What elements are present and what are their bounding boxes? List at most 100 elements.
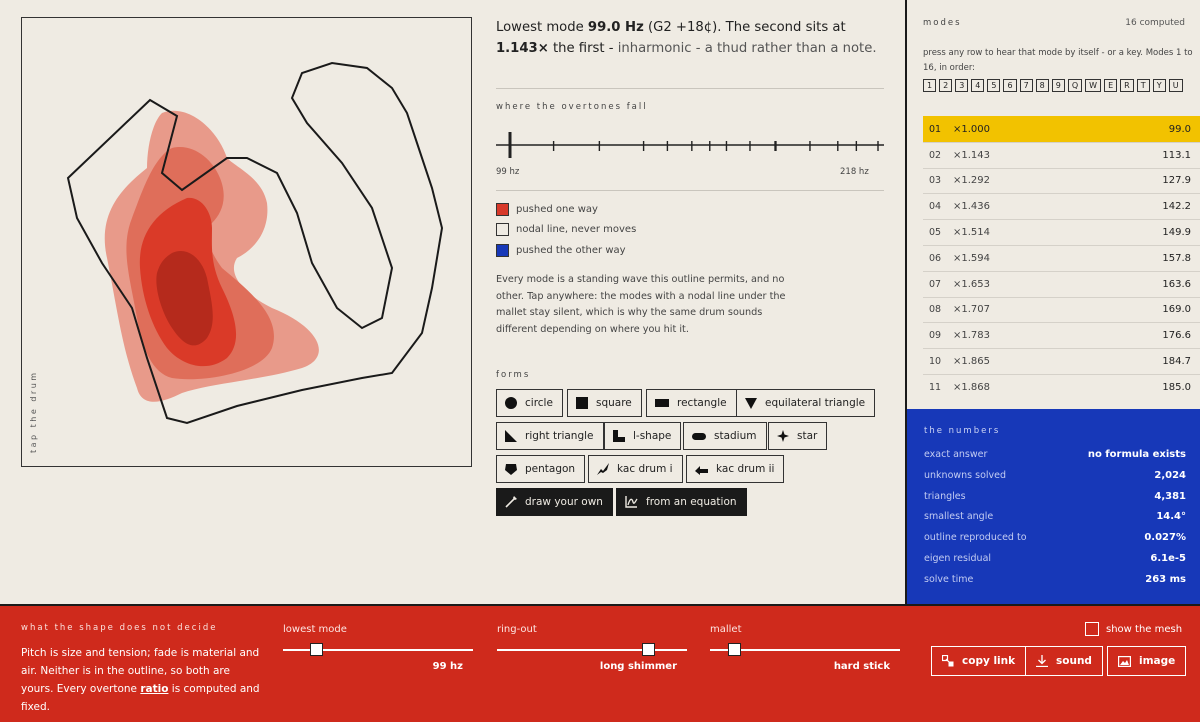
legend-label: pushed one way [516,204,598,215]
mode-hz: 185.0 [1162,381,1191,393]
button-label: square [596,397,632,409]
form-kac-drum-ii-button[interactable]: kac drum ii [686,455,785,483]
key-chip[interactable]: Y [1152,79,1166,92]
drum-canvas[interactable] [21,17,472,467]
second-ratio: 1.143× [496,41,549,56]
draw-your-own-button[interactable]: draw your own [496,488,613,516]
number-value: 6.1e-5 [1150,553,1186,564]
legend-nodal: nodal line, never moves [496,223,636,236]
copy-link-button[interactable]: copy link [931,646,1027,676]
mode-row[interactable]: 10 ×1.865 184.7 [923,348,1200,374]
form-pentagon-button[interactable]: pentagon [496,455,586,483]
ratio-link[interactable]: ratio [140,683,168,695]
form-right-triangle-button[interactable]: right triangle [496,422,604,450]
key-chip[interactable]: 2 [939,79,953,92]
form-square-button[interactable]: square [567,389,642,417]
legend-label: pushed the other way [516,245,626,256]
button-label: stadium [714,430,757,442]
button-label: pentagon [525,463,576,475]
number-key: triangles [924,490,966,502]
mode-row[interactable]: 05 ×1.514 149.9 [923,219,1200,245]
mode-idx: 01 [929,123,942,135]
slider-value: 99 hz [432,661,463,672]
key-chip[interactable]: R [1120,79,1134,92]
key-chip[interactable]: 8 [1035,79,1049,92]
mode-row[interactable]: 03 ×1.292 127.9 [923,167,1200,194]
mode-row[interactable]: 06 ×1.594 157.8 [923,244,1200,271]
mode-idx: 07 [929,278,942,290]
slider-knob[interactable] [727,643,741,656]
lead-mid: . The second sits at [717,20,846,35]
mode-row[interactable]: 04 ×1.436 142.2 [923,193,1200,219]
form-stadium-button[interactable]: stadium [683,422,767,450]
key-chip[interactable]: 7 [1019,79,1033,92]
slider-knob[interactable] [309,643,323,656]
mode-row[interactable]: 09 ×1.783 176.6 [923,322,1200,348]
swatch-blue [496,244,509,257]
kac-drum-icon [597,463,609,475]
key-chip[interactable]: W [1085,79,1102,92]
key-chip[interactable]: 1 [923,79,937,92]
freq-low-label: 99 hz [496,167,520,177]
controls-bar: what the shape does not decide Pitch is … [0,606,1200,722]
mode-idx: 06 [929,252,942,264]
mode-idx: 10 [929,356,942,368]
mode-hz: 176.6 [1162,330,1191,342]
mode-row[interactable]: 01 ×1.000 99.0 [923,116,1200,142]
numbers-title: the numbers [924,426,1001,436]
freq-high-label: 218 hz [840,167,869,177]
key-chip[interactable]: U [1168,79,1183,92]
number-key: smallest angle [924,511,994,523]
modes-hint: press any row to hear that mode by itsel… [923,48,1193,73]
form-circle-button[interactable]: circle [496,389,563,417]
legend-label: nodal line, never moves [516,224,637,235]
button-label: draw your own [525,496,603,508]
number-row: solve time 263 ms [924,574,1186,585]
form-kac-drum-i-button[interactable]: kac drum i [588,455,683,483]
key-chip[interactable]: 3 [955,79,969,92]
swatch-red [496,203,509,216]
rectangle-icon [655,399,669,407]
download-icon [1036,655,1048,667]
slider-label: mallet [710,624,742,635]
mode-idx: 11 [929,381,942,393]
number-row: outline reproduced to 0.027% [924,532,1186,543]
image-download-button[interactable]: image [1107,646,1187,676]
form-star-button[interactable]: star [768,422,828,450]
form-l-shape-button[interactable]: l-shape [604,422,682,450]
form-rectangle-button[interactable]: rectangle [646,389,737,417]
number-key: solve time [924,573,974,585]
slider-knob[interactable] [642,643,656,656]
mode-hz: 127.9 [1162,175,1191,187]
button-label: l-shape [633,430,672,442]
key-chip[interactable]: E [1104,79,1118,92]
button-label: rectangle [677,397,727,409]
mode-row[interactable]: 11 ×1.868 185.0 [923,373,1200,400]
sound-download-button[interactable]: sound [1025,646,1103,676]
key-chip[interactable]: T [1136,79,1150,92]
mode-row[interactable]: 07 ×1.653 163.6 [923,270,1200,297]
mode-ratio: ×1.514 [953,227,991,239]
mode-ratio: ×1.653 [953,278,991,290]
mesh-checkbox[interactable] [1085,622,1099,636]
drum-shape[interactable] [22,18,470,465]
mode-row[interactable]: 02 ×1.143 113.1 [923,141,1200,168]
divider [496,88,884,89]
slider-value: hard stick [833,661,890,672]
key-chip[interactable]: 5 [987,79,1001,92]
form-equilateral-triangle-button[interactable]: equilateral triangle [736,389,876,417]
triangle-down-icon [745,397,757,409]
mode-row[interactable]: 08 ×1.707 169.0 [923,296,1200,323]
number-value: 0.027% [1144,532,1186,544]
key-chip[interactable]: 9 [1051,79,1065,92]
show-mesh-toggle[interactable]: show the mesh [1085,622,1182,636]
button-label: sound [1056,655,1092,667]
slider-track[interactable] [497,649,687,651]
mode-idx: 05 [929,227,942,239]
tap-the-drum-label: tap the drum [29,370,41,465]
key-chip[interactable]: 6 [1003,79,1017,92]
key-chip[interactable]: 4 [971,79,985,92]
key-chip[interactable]: Q [1067,79,1083,92]
note-name: (G2 +18¢) [647,20,718,35]
from-an-equation-button[interactable]: from an equation [616,488,747,516]
